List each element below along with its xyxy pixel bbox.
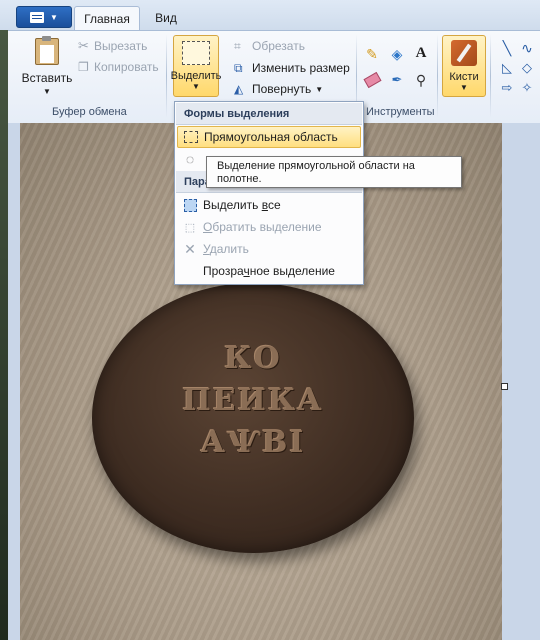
tooltip: Выделение прямоугольной области на полот… <box>206 156 462 188</box>
rotate-button[interactable]: ◭ Повернуть ▼ <box>234 79 323 99</box>
color-picker-icon[interactable]: ✒ <box>387 70 407 90</box>
cut-label: Вырезать <box>94 39 148 53</box>
group-separator <box>437 34 438 118</box>
selection-shapes-header: Формы выделения <box>176 103 362 125</box>
rotate-icon: ◭ <box>234 82 244 96</box>
select-all-label: Выделить все <box>203 198 281 212</box>
coin-line-2: ПЕИКА <box>182 383 324 418</box>
select-dropdown-menu: Формы выделения Прямоугольная область ◌ … <box>174 101 364 285</box>
curve-shape-icon[interactable]: ∿ <box>517 38 537 58</box>
coin-line-3: АѰВІ <box>200 425 306 460</box>
brushes-button[interactable]: Кисти ▼ <box>442 35 486 97</box>
text-icon[interactable]: A <box>411 43 431 63</box>
crop-icon: ⌗ <box>234 38 241 53</box>
rectangular-selection-label: Прямоугольная область <box>204 130 338 144</box>
triangle-shape-icon[interactable]: ◺ <box>497 58 517 78</box>
rectangle-selection-icon <box>184 131 198 143</box>
delete-label: Удалить <box>203 242 249 256</box>
freeform-selection-icon: ◌ <box>185 151 195 167</box>
tab-home[interactable]: Главная <box>74 6 140 31</box>
chevron-down-icon: ▼ <box>43 87 51 96</box>
crop-button[interactable]: ⌗ Обрезать <box>234 36 305 56</box>
transparent-selection-label: Прозрачное выделение <box>203 264 335 278</box>
tools-group-label: Инструменты <box>366 106 435 118</box>
app-menu-icon <box>30 11 45 23</box>
magnifier-icon[interactable]: ⚲ <box>411 70 431 90</box>
coin-line-1: КО <box>224 341 282 376</box>
crop-label: Обрезать <box>252 39 305 53</box>
scissors-icon: ✂ <box>78 38 89 53</box>
app-menu-button[interactable]: ▼ <box>16 6 72 28</box>
paste-button[interactable]: Вставить ▼ <box>22 36 72 96</box>
fill-icon[interactable]: ◈ <box>387 44 407 64</box>
paste-label: Вставить <box>21 71 73 85</box>
diamond-shape-icon[interactable]: ◇ <box>517 58 537 78</box>
tooltip-line-1: Выделение прямоугольной области на <box>217 160 415 172</box>
resize-icon: ⧉ <box>234 60 243 75</box>
tab-view[interactable]: Вид <box>146 6 186 30</box>
brush-icon <box>451 40 477 66</box>
chevron-down-icon: ▼ <box>460 83 468 92</box>
pencil-icon[interactable]: ✎ <box>362 44 382 64</box>
copy-button[interactable]: ❐ Копировать <box>78 57 159 77</box>
select-button[interactable]: Выделить ▼ <box>170 35 222 97</box>
invert-selection-item[interactable]: ⬚ Обратить выделение <box>177 216 361 238</box>
chevron-down-icon: ▼ <box>315 84 324 94</box>
line-shape-icon[interactable]: ╲ <box>497 38 517 58</box>
star-shape-icon[interactable]: ✧ <box>517 78 537 98</box>
group-separator <box>166 34 167 118</box>
rectangular-selection-item[interactable]: Прямоугольная область <box>177 126 361 148</box>
arrow-shape-icon[interactable]: ⇨ <box>497 78 517 98</box>
resize-button[interactable]: ⧉ Изменить размер <box>234 58 350 78</box>
invert-selection-icon: ⬚ <box>184 221 196 234</box>
copy-label: Копировать <box>94 60 159 74</box>
select-all-icon <box>183 198 197 212</box>
chevron-down-icon: ▼ <box>50 12 58 22</box>
resize-label: Изменить размер <box>252 61 350 75</box>
select-rect-icon <box>182 41 210 65</box>
canvas-resize-handle[interactable] <box>501 383 508 390</box>
copy-icon: ❐ <box>78 60 89 74</box>
clipboard-icon <box>35 36 59 65</box>
clipboard-group-label: Буфер обмена <box>52 106 127 118</box>
cut-button[interactable]: ✂ Вырезать <box>78 36 147 56</box>
delete-item[interactable]: ✕ Удалить <box>177 238 361 260</box>
transparent-selection-item[interactable]: Прозрачное выделение <box>177 260 361 282</box>
chevron-down-icon: ▼ <box>192 82 200 91</box>
delete-icon: ✕ <box>184 240 196 257</box>
group-separator <box>490 34 491 118</box>
rotate-label: Повернуть <box>252 82 312 96</box>
eraser-icon[interactable] <box>362 70 382 90</box>
tooltip-line-2: полотне. <box>217 173 262 185</box>
coin-image: КО ПЕИКА АѰВІ <box>92 283 414 553</box>
select-label: Выделить <box>170 70 222 82</box>
brushes-label: Кисти <box>449 71 479 83</box>
background-desktop-strip <box>0 0 8 640</box>
invert-selection-label: Обратить выделение <box>203 220 322 234</box>
select-all-item[interactable]: Выделить все <box>177 194 361 216</box>
